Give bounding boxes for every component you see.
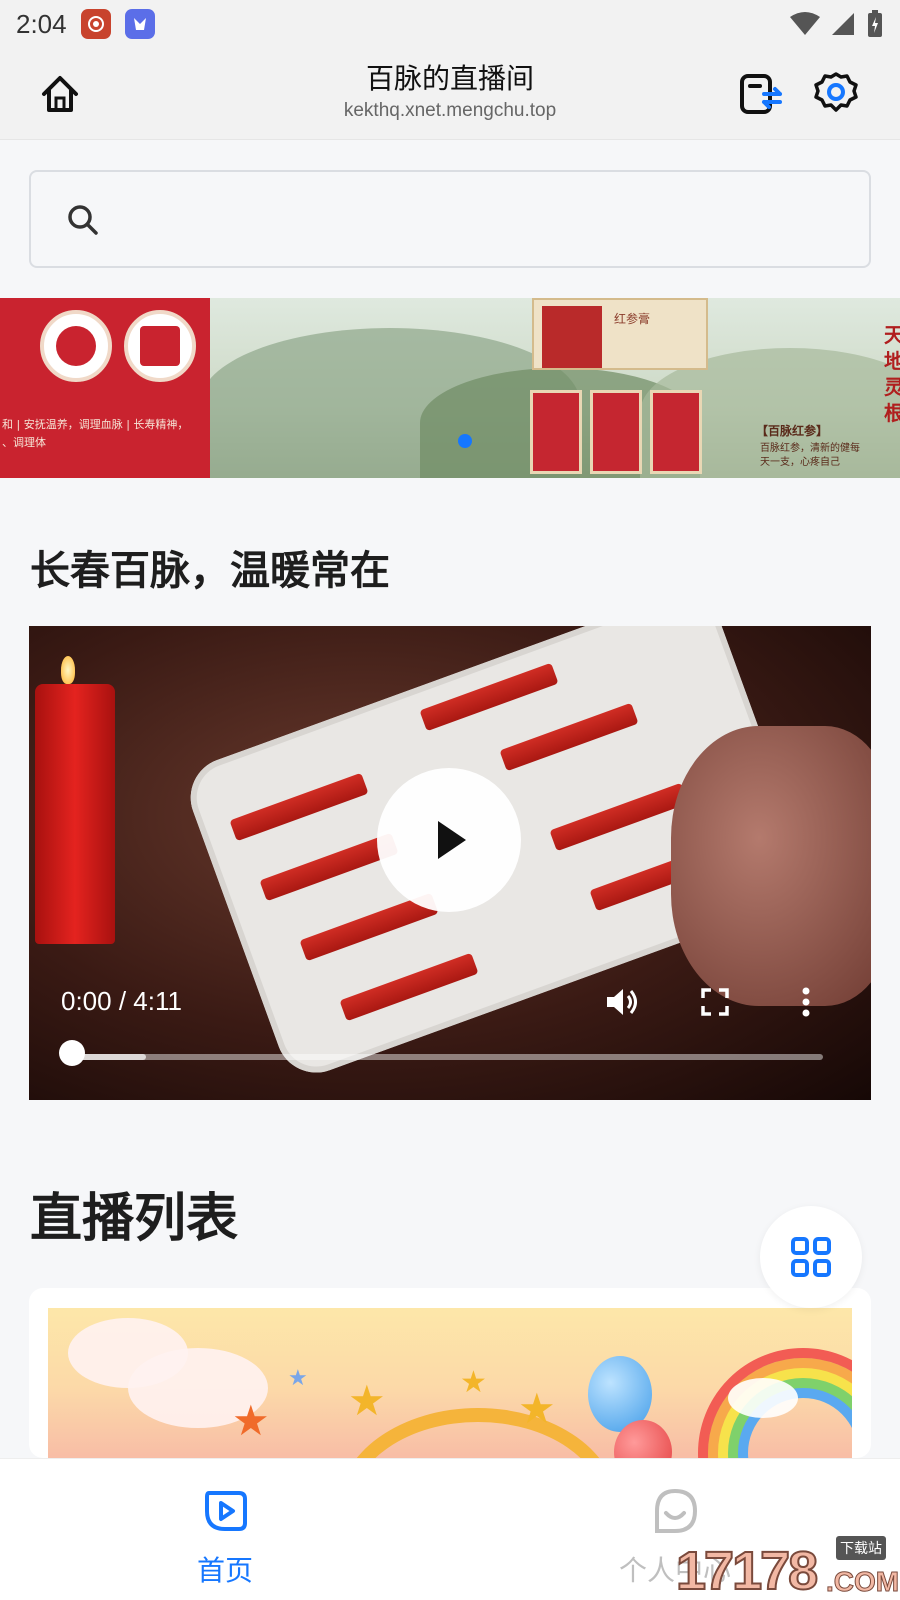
grid-icon	[791, 1237, 831, 1277]
volume-icon	[607, 989, 637, 1015]
fullscreen-icon	[701, 988, 729, 1016]
wifi-icon	[790, 12, 820, 35]
star-icon: ★	[348, 1376, 386, 1425]
video-progress-track[interactable]	[71, 1054, 823, 1060]
live-room-card[interactable]: ★ ★ ★ ★ ★	[29, 1288, 871, 1458]
banner-brand-panel: 和 | 安抚温养，调理血脉 | 长寿精神， 、调理体	[0, 298, 210, 478]
product-pack	[530, 390, 582, 474]
smile-face-icon	[655, 1488, 698, 1533]
star-icon: ★	[288, 1366, 308, 1391]
nav-item-home[interactable]: 首页	[145, 1485, 305, 1589]
grid-menu-button[interactable]	[760, 1206, 862, 1308]
switch-account-button[interactable]	[738, 70, 786, 118]
search-icon	[68, 205, 98, 235]
banner-carousel[interactable]: 和 | 安抚温养，调理血脉 | 长寿精神， 、调理体 红参膏 【百脉红参】 百脉…	[0, 298, 900, 478]
product-pack	[590, 390, 642, 474]
video-progress-thumb[interactable]	[59, 1040, 85, 1066]
browser-header: 百脉的直播间 kekthq.xnet.mengchu.top	[0, 48, 900, 140]
volume-button[interactable]	[601, 982, 641, 1022]
status-indicators	[790, 9, 884, 39]
page-url: kekthq.xnet.mengchu.top	[343, 100, 557, 121]
watermark-badge: 下载站	[836, 1536, 886, 1560]
search-box[interactable]	[29, 170, 871, 268]
video-time: 0:00 / 4:11	[61, 986, 182, 1016]
watermark-text: 17178	[675, 1540, 819, 1600]
carousel-indicator-dot[interactable]	[458, 434, 472, 448]
nav-label-home: 首页	[196, 1554, 253, 1587]
video-player[interactable]: 0:00 / 4:11	[29, 626, 871, 1100]
gear-icon	[814, 72, 858, 112]
notification-app-icon-2	[124, 9, 155, 39]
banner-left-text: 和 | 安抚温养，调理血脉 | 长寿精神， 、调理体	[2, 418, 189, 449]
play-icon	[438, 821, 466, 859]
battery-icon	[868, 10, 882, 37]
candle-flame	[61, 656, 75, 684]
star-icon: ★	[518, 1384, 556, 1433]
status-bar: 2:04	[0, 0, 900, 48]
notification-app-icon	[80, 9, 111, 39]
product-gift-box: 红参膏	[532, 298, 708, 370]
more-options-button[interactable]	[791, 982, 821, 1022]
product-pack	[650, 390, 702, 474]
hand-image	[671, 726, 871, 1006]
section-title-brand: 长春百脉，温暖常在	[30, 548, 390, 594]
search-input[interactable]	[121, 192, 841, 248]
play-circle-icon	[205, 1491, 247, 1531]
watermark-logo: 17178 下载站 .COM	[675, 1536, 900, 1600]
settings-button[interactable]	[812, 70, 860, 118]
page-title: 百脉的直播间	[365, 62, 534, 95]
star-icon: ★	[232, 1396, 270, 1445]
banner-caption-title: 【百脉红参】	[756, 424, 829, 438]
brand-seal-icon	[40, 310, 112, 382]
play-button[interactable]	[377, 768, 521, 912]
header-titles: 百脉的直播间 kekthq.xnet.mengchu.top	[200, 60, 700, 124]
status-time: 2:04	[16, 8, 67, 39]
gift-box-label: 红参膏	[614, 312, 651, 326]
signal-icon	[832, 13, 854, 35]
more-vert-icon	[802, 987, 810, 1017]
cloud-shape	[728, 1378, 798, 1418]
switch-icon	[740, 74, 782, 114]
watermark-suffix: .COM	[825, 1566, 900, 1598]
section-title-live-list: 直播列表	[30, 1189, 239, 1249]
candle-image	[35, 684, 115, 944]
home-icon	[42, 76, 78, 112]
banner-right-text: 天地灵根	[884, 323, 900, 425]
home-button[interactable]	[36, 70, 84, 118]
banner-caption-sub: 百脉红参，清新的健每天一支，心疼自己	[760, 443, 860, 468]
brand-seal-icon	[124, 310, 196, 382]
live-room-cover: ★ ★ ★ ★ ★	[48, 1308, 852, 1458]
star-icon: ★	[460, 1365, 487, 1400]
fullscreen-button[interactable]	[695, 982, 735, 1022]
